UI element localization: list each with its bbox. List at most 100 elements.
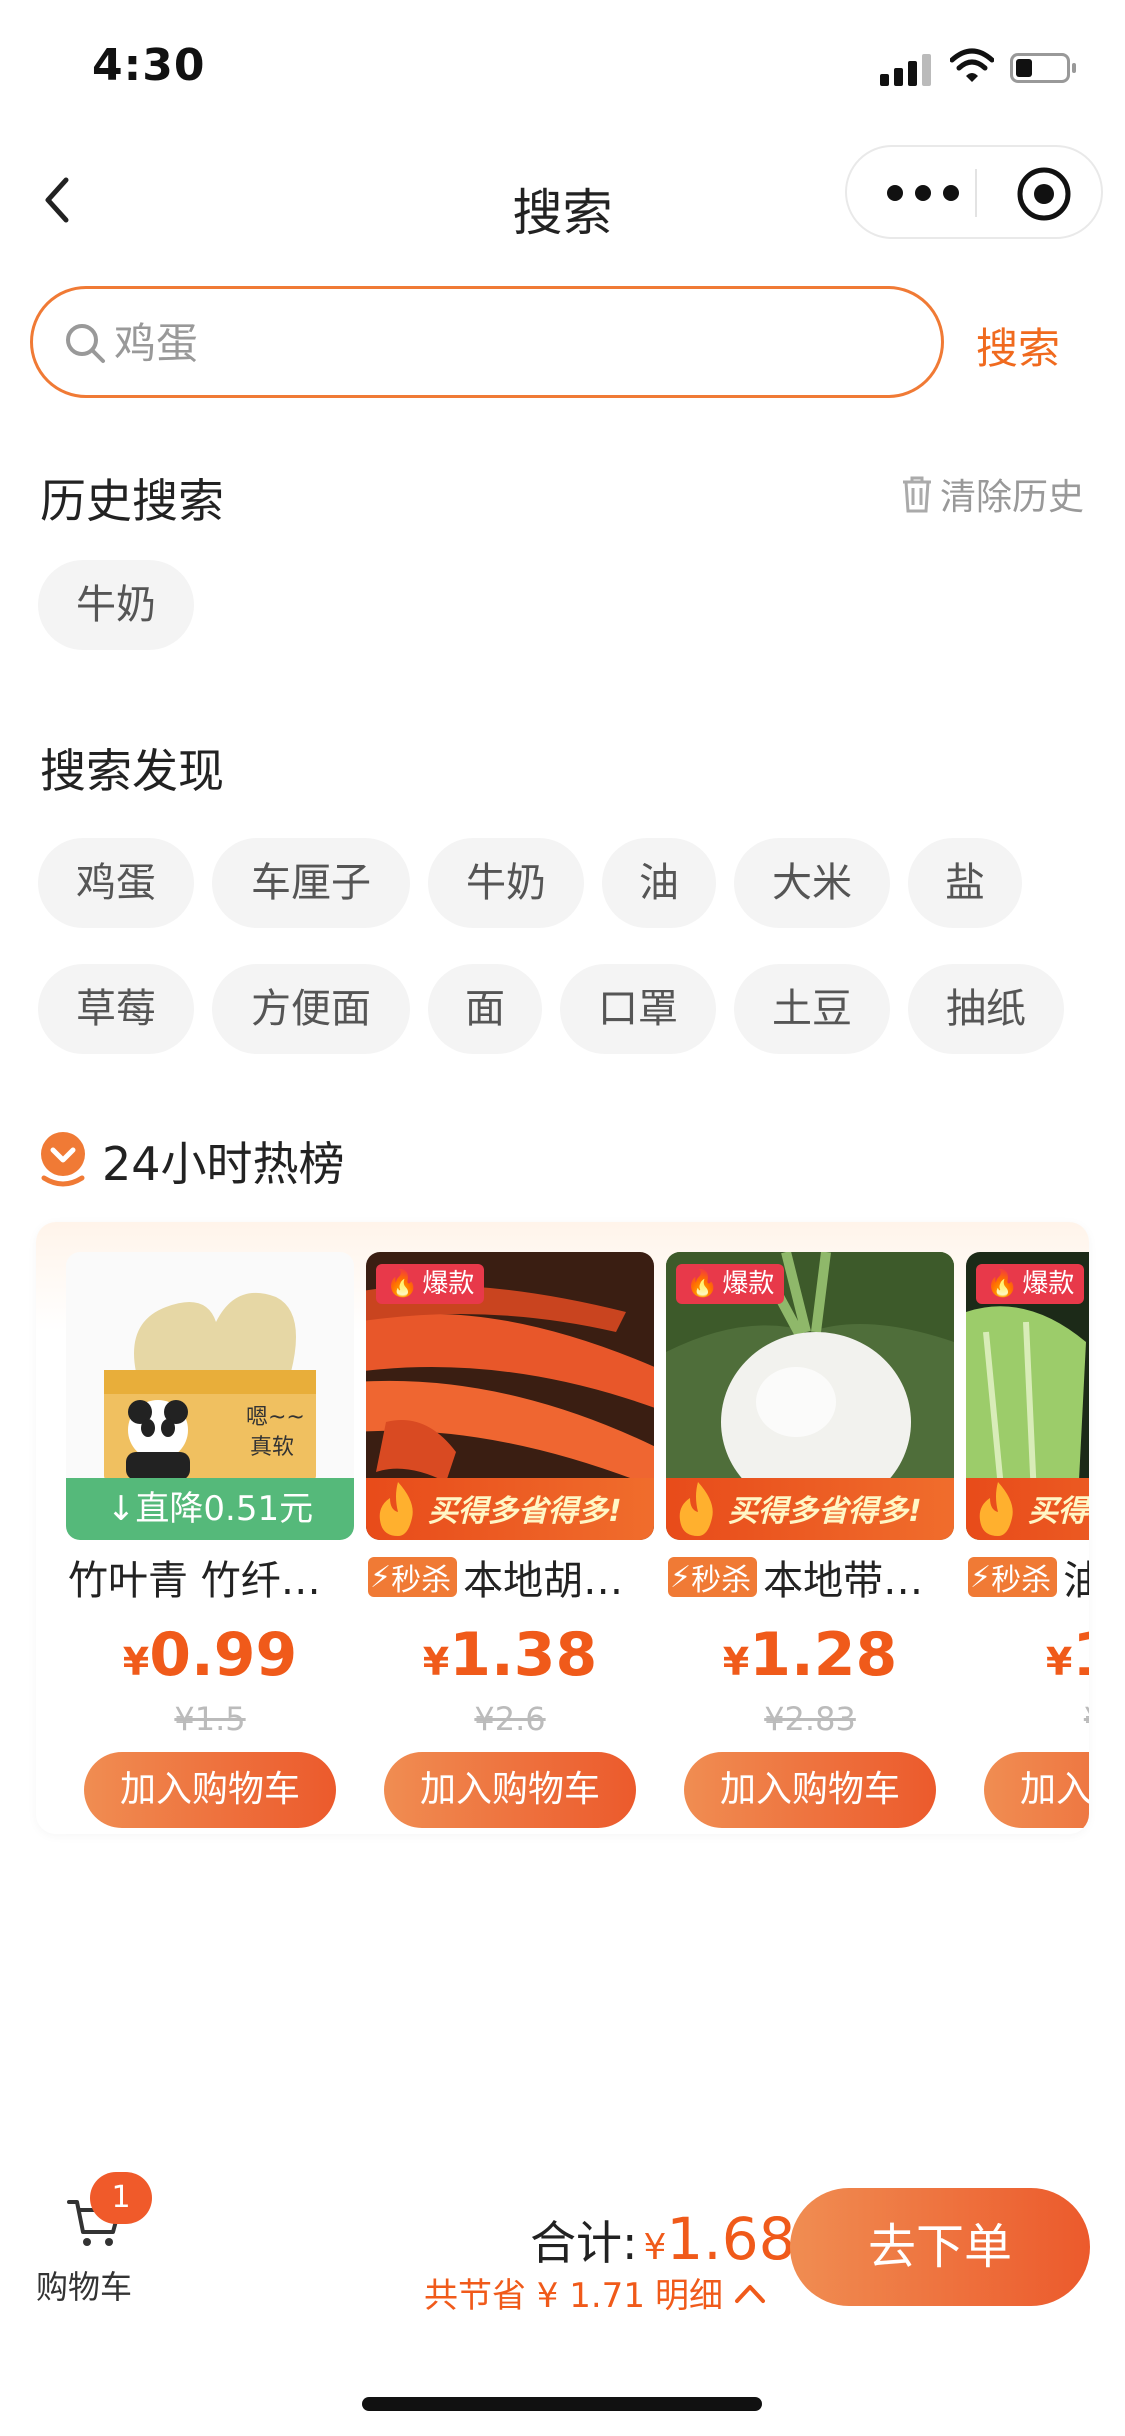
- mini-program-capsule: [845, 145, 1103, 239]
- hot-badge-label: 爆款: [1022, 1269, 1075, 1299]
- discover-chip[interactable]: 大米: [734, 838, 890, 928]
- product-name: 竹叶青 竹纤…: [68, 1548, 368, 1606]
- battery-icon: [1010, 53, 1076, 83]
- total-label: 合计:: [530, 2216, 638, 2270]
- price-symbol: ¥: [722, 1640, 750, 1684]
- seckill-tag: ⚡ 秒杀: [668, 1557, 758, 1598]
- clear-history-button[interactable]: 清除历史: [900, 468, 1084, 520]
- hot-badge: 🔥 爆款: [676, 1264, 785, 1304]
- promo-banner-text: 买得多省得多!: [728, 1494, 922, 1529]
- product-name-text: 本地胡…: [463, 1558, 624, 1604]
- seckill-tag: ⚡ 秒杀: [968, 1557, 1058, 1598]
- discover-chip[interactable]: 车厘子: [212, 838, 410, 928]
- fire-icon: 🔥: [686, 1269, 719, 1299]
- chevron-up-icon: [734, 2284, 765, 2303]
- hot-rank-icon: [41, 1132, 85, 1187]
- discover-chip[interactable]: 方便面: [212, 964, 410, 1054]
- fire-icon: 🔥: [986, 1269, 1019, 1299]
- checkout-button[interactable]: 去下单: [790, 2188, 1090, 2306]
- discover-chip[interactable]: 鸡蛋: [38, 838, 194, 928]
- add-to-cart-button[interactable]: 加入购物车: [684, 1752, 936, 1828]
- svg-text:真软: 真软: [250, 1435, 294, 1460]
- hot-list-panel[interactable]: 嗯~~ 真软 ↓直降0.51元 竹叶青 竹纤… ¥0.99 ¥1.5 加入购物车…: [36, 1222, 1089, 1834]
- product-card[interactable]: 🔥 爆款 买得多省得多! ⚡ 秒杀 本地带… ¥1.28 ¥2.83 加入购物车: [666, 1252, 954, 1828]
- total-currency: ¥: [643, 2227, 667, 2268]
- order-total: 合计: ¥ 1.68: [530, 2205, 796, 2273]
- price-value: 1.28: [749, 1620, 898, 1690]
- search-icon: [66, 324, 105, 363]
- original-price: ¥…: [966, 1700, 1089, 1738]
- product-name: ⚡秒杀 油…: [968, 1548, 1089, 1606]
- add-to-cart-button[interactable]: 加入购物车: [384, 1752, 636, 1828]
- seckill-label: 秒杀: [991, 1563, 1052, 1598]
- trash-icon: [903, 476, 931, 513]
- product-image-tissue: 嗯~~ 真软 ↓直降0.51元: [66, 1252, 354, 1540]
- capsule-divider: [975, 169, 977, 217]
- more-dots-icon[interactable]: [887, 177, 961, 211]
- product-card[interactable]: 🔥 爆款 买得多省得多! ⚡ 秒杀 本地胡… ¥1.38 ¥2.6 加入购物车: [366, 1252, 654, 1828]
- original-price: ¥1.5: [174, 1700, 246, 1738]
- arrow-down-icon: ↓: [106, 1489, 136, 1529]
- search-input[interactable]: [112, 300, 916, 386]
- fire-icon: 🔥: [386, 1269, 419, 1299]
- signal-icon: [880, 52, 934, 86]
- product-price: ¥1.28: [666, 1620, 954, 1690]
- product-image-carrot: 🔥 爆款 买得多省得多!: [366, 1252, 654, 1540]
- savings-detail-toggle[interactable]: 共节省 ¥ 1.71 明细: [424, 2268, 767, 2317]
- lightning-icon: ⚡: [670, 1559, 692, 1595]
- price-drop-label: 直降0.51元: [135, 1489, 314, 1529]
- discover-chip[interactable]: 盐: [908, 838, 1022, 928]
- clear-history-label: 清除历史: [940, 477, 1085, 518]
- price-value: 1…: [1072, 1620, 1089, 1690]
- fire-icon: [379, 1482, 413, 1536]
- status-time: 4:30: [92, 40, 206, 91]
- hot-badge: 🔥 爆款: [976, 1264, 1085, 1304]
- original-price: ¥2.6: [474, 1700, 546, 1738]
- product-price: ¥1…: [966, 1620, 1089, 1690]
- fire-icon: [979, 1482, 1013, 1536]
- price-symbol: ¥: [422, 1640, 450, 1684]
- discover-chip[interactable]: 草莓: [38, 964, 194, 1054]
- home-indicator: [362, 2397, 762, 2411]
- seckill-label: 秒杀: [691, 1563, 752, 1598]
- promo-banner: 买得多省得多!: [366, 1478, 654, 1540]
- product-image-greens: 🔥爆款 买得多省得多!: [966, 1252, 1089, 1540]
- lightning-icon: ⚡: [370, 1559, 392, 1595]
- product-price: ¥0.99: [66, 1620, 354, 1690]
- product-name-text: 竹叶青 竹纤…: [68, 1558, 321, 1604]
- product-name-text: 本地带…: [763, 1558, 924, 1604]
- hot-badge-label: 爆款: [422, 1269, 475, 1299]
- discover-chip[interactable]: 面: [428, 964, 542, 1054]
- cart-count-badge: 1: [90, 2172, 152, 2224]
- discover-chip[interactable]: 抽纸: [908, 964, 1064, 1054]
- discover-chip[interactable]: 油: [602, 838, 716, 928]
- product-card[interactable]: 嗯~~ 真软 ↓直降0.51元 竹叶青 竹纤… ¥0.99 ¥1.5 加入购物车: [66, 1252, 354, 1828]
- target-icon[interactable]: [1015, 165, 1073, 223]
- seckill-tag: ⚡ 秒杀: [368, 1557, 458, 1598]
- total-amount: 1.68: [666, 2205, 796, 2273]
- svg-text:嗯~~: 嗯~~: [246, 1405, 305, 1430]
- hot-list-header: 24小时热榜: [36, 1128, 345, 1194]
- price-value: 0.99: [149, 1620, 298, 1690]
- price-symbol: ¥: [122, 1640, 150, 1684]
- add-to-cart-button[interactable]: 加入购物车: [84, 1752, 336, 1828]
- history-title: 历史搜索: [40, 474, 224, 528]
- product-price: ¥1.38: [366, 1620, 654, 1690]
- search-button[interactable]: 搜索: [976, 315, 1060, 376]
- price-symbol: ¥: [1045, 1640, 1073, 1684]
- product-name-text: 油…: [1063, 1548, 1089, 1606]
- promo-banner-text: 买得多省得多!: [1028, 1494, 1089, 1529]
- savings-text: 共节省 ¥ 1.71: [424, 2276, 645, 2316]
- hot-list-title: 24小时热榜: [102, 1137, 345, 1191]
- history-chip[interactable]: 牛奶: [38, 560, 194, 650]
- product-card[interactable]: 🔥爆款 买得多省得多! ⚡秒杀 油… ¥1… ¥… 加入购物车: [966, 1252, 1089, 1828]
- hot-badge-label: 爆款: [722, 1269, 775, 1299]
- cart-label[interactable]: 购物车: [36, 2262, 132, 2308]
- add-to-cart-button[interactable]: 加入购物车: [984, 1752, 1089, 1828]
- discover-chip[interactable]: 土豆: [734, 964, 890, 1054]
- price-value: 1.38: [449, 1620, 598, 1690]
- discover-chip[interactable]: 牛奶: [428, 838, 584, 928]
- fire-icon: [679, 1482, 713, 1536]
- discover-chip[interactable]: 口罩: [560, 964, 716, 1054]
- product-name: ⚡ 秒杀 本地带…: [668, 1548, 968, 1606]
